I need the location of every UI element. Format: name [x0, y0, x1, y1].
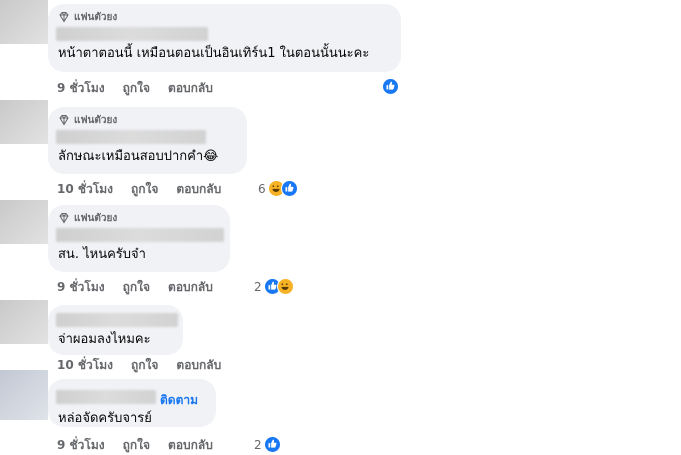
author-name[interactable]	[56, 130, 206, 144]
reaction-count: 6	[258, 181, 266, 196]
comment-bubble: แฟนตัวยง ลักษณะเหมือนสอบปากคำ😂	[48, 107, 247, 174]
author-name[interactable]	[56, 313, 178, 327]
timestamp: 9 ชั่วโมง	[57, 279, 105, 294]
comment-bubble: จ่าผอมลงไหมคะ	[48, 305, 183, 355]
comment-bubble: แฟนตัวยง สน. ไหนครับจ๋า	[48, 205, 230, 272]
reaction-count: 2	[254, 279, 262, 294]
reaction-summary[interactable]: 2	[254, 436, 281, 453]
comment-text: หน้าตาตอนนี้ เหมือนตอนเป็นอินเทิร์น1 ในต…	[58, 46, 370, 61]
avatar[interactable]	[0, 200, 48, 244]
avatar[interactable]	[0, 100, 48, 144]
like-button[interactable]: ถูกใจ	[123, 79, 150, 98]
like-reaction-icon	[382, 78, 399, 95]
comment-text: ลักษณะเหมือนสอบปากคำ😂	[58, 149, 219, 164]
timestamp: 9 ชั่วโมง	[57, 80, 105, 95]
reply-button[interactable]: ตอบกลับ	[176, 180, 221, 199]
comment-text: หล่อจัดครับจารย์	[58, 411, 152, 426]
timestamp: 9 ชั่วโมง	[57, 437, 105, 452]
reply-button[interactable]: ตอบกลับ	[168, 79, 213, 98]
comment-meta: 10 ชั่วโมง ถูกใจ ตอบกลับ	[57, 180, 239, 198]
comment-bubble: แฟนตัวยง หน้าตาตอนนี้ เหมือนตอนเป็นอินเท…	[48, 4, 401, 72]
avatar[interactable]	[0, 0, 48, 44]
diamond-icon	[59, 213, 69, 224]
reaction-count: 2	[254, 437, 262, 452]
like-button[interactable]: ถูกใจ	[131, 356, 158, 375]
badge-label: แฟนตัวยง	[74, 212, 118, 224]
follow-button[interactable]: ติดตาม	[160, 391, 198, 410]
reply-button[interactable]: ตอบกลับ	[176, 356, 221, 375]
timestamp: 10 ชั่วโมง	[57, 357, 113, 372]
timestamp: 10 ชั่วโมง	[57, 181, 113, 196]
top-fan-badge: แฟนตัวยง	[58, 10, 389, 24]
reaction-summary[interactable]: 6	[258, 180, 298, 197]
author-name[interactable]	[56, 389, 156, 404]
reaction-summary[interactable]: 2	[254, 278, 294, 295]
avatar[interactable]	[0, 370, 48, 420]
haha-reaction-icon	[276, 278, 294, 295]
avatar[interactable]	[0, 300, 48, 344]
comment-meta: 9 ชั่วโมง ถูกใจ ตอบกลับ	[57, 436, 231, 454]
reply-button[interactable]: ตอบกลับ	[168, 436, 213, 455]
top-fan-badge: แฟนตัวยง	[58, 211, 218, 225]
badge-label: แฟนตัวยง	[74, 114, 118, 126]
author-name[interactable]	[56, 228, 224, 242]
like-reaction-icon	[280, 180, 298, 197]
comment-meta: 10 ชั่วโมง ถูกใจ ตอบกลับ	[57, 356, 239, 374]
like-button[interactable]: ถูกใจ	[123, 436, 150, 455]
like-button[interactable]: ถูกใจ	[123, 278, 150, 297]
badge-label: แฟนตัวยง	[74, 11, 118, 23]
comment-meta: 9 ชั่วโมง ถูกใจ ตอบกลับ	[57, 79, 231, 97]
comment-text: สน. ไหนครับจ๋า	[58, 247, 146, 262]
comment-meta: 9 ชั่วโมง ถูกใจ ตอบกลับ	[57, 278, 231, 296]
diamond-icon	[59, 12, 69, 23]
like-reaction-icon	[263, 436, 281, 453]
top-fan-badge: แฟนตัวยง	[58, 113, 235, 127]
diamond-icon	[59, 115, 69, 126]
like-button[interactable]: ถูกใจ	[131, 180, 158, 199]
comment-text: จ่าผอมลงไหมคะ	[58, 332, 151, 347]
comment-bubble: ติดตาม หล่อจัดครับจารย์	[48, 379, 216, 427]
author-name[interactable]	[56, 27, 208, 41]
reply-button[interactable]: ตอบกลับ	[168, 278, 213, 297]
reaction-summary[interactable]	[382, 78, 399, 95]
